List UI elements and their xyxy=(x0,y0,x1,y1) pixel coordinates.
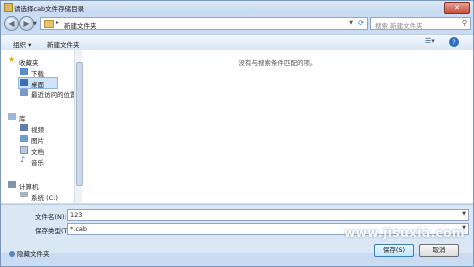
back-button[interactable]: ◀ xyxy=(4,16,19,31)
view-options-icon[interactable]: ☰▾ xyxy=(425,37,437,47)
star-icon: ★ xyxy=(8,55,16,64)
filename-label: 文件名(N): xyxy=(35,213,67,221)
file-list[interactable]: 没有与搜索条件匹配的项。 xyxy=(82,50,473,203)
forward-button[interactable]: ▶ xyxy=(19,16,34,31)
nav-label-favorites: 收藏夹 xyxy=(19,59,39,67)
recent-places-icon xyxy=(20,89,28,96)
nav-label-documents: 文档 xyxy=(31,148,44,156)
title-bar: 请选择cab文件存储目录 ✕ xyxy=(1,1,473,14)
breadcrumb-current-folder[interactable]: 新建文件夹 xyxy=(64,20,97,30)
nav-label-recent: 最近访问的位置 xyxy=(31,91,77,99)
arrow-left-icon: ◀ xyxy=(8,19,15,28)
navigation-scrollbar[interactable] xyxy=(74,50,83,203)
save-dialog: 请选择cab文件存储目录 ✕ ◀ ▶ ▼ ▸ 新建文件夹 ▼ ⟳ 搜索 新建文件… xyxy=(0,0,474,267)
address-dropdown-icon[interactable]: ▼ xyxy=(349,20,353,26)
search-box[interactable]: 搜索 新建文件夹 ⚲ xyxy=(370,17,471,30)
library-icon xyxy=(8,113,16,120)
nav-item-desktop[interactable]: 桌面 xyxy=(18,77,58,89)
hide-folders-button[interactable]: 隐藏文件夹 xyxy=(9,248,50,258)
nav-label-libraries: 库 xyxy=(19,115,26,123)
navigation-bar: ◀ ▶ ▼ ▸ 新建文件夹 ▼ ⟳ 搜索 新建文件夹 ⚲ xyxy=(1,14,473,32)
folder-icon xyxy=(44,20,54,28)
collapse-icon xyxy=(9,251,15,257)
arrow-right-icon: ▶ xyxy=(23,19,30,28)
app-icon xyxy=(4,3,13,12)
downloads-icon xyxy=(20,68,28,75)
breadcrumb-separator-icon[interactable]: ▸ xyxy=(56,19,59,26)
close-button[interactable]: ✕ xyxy=(444,2,470,14)
browser-area: ★ 收藏夹 下载 桌面 最近访问的位置 库 视频 图片 文档 ♪ 音乐 计算机 … xyxy=(1,50,473,203)
desktop-icon xyxy=(20,79,28,86)
nav-label-computer: 计算机 xyxy=(19,183,39,191)
empty-folder-message: 没有与搜索条件匹配的项。 xyxy=(238,59,317,67)
drive-icon xyxy=(20,192,28,197)
close-icon: ✕ xyxy=(454,4,460,12)
nav-label-pictures: 图片 xyxy=(31,137,44,145)
nav-label-music: 音乐 xyxy=(31,159,44,167)
filename-field[interactable]: 123 ▼ xyxy=(67,209,469,221)
filename-dropdown-icon[interactable]: ▼ xyxy=(462,211,466,217)
address-bar[interactable]: ▸ 新建文件夹 ▼ ⟳ xyxy=(40,17,368,30)
computer-icon xyxy=(8,181,16,188)
video-icon xyxy=(20,124,28,131)
watermark-text: www.jisuxia.com xyxy=(344,226,465,240)
refresh-icon[interactable]: ⟳ xyxy=(358,19,364,27)
navigation-pane: ★ 收藏夹 下载 桌面 最近访问的位置 库 视频 图片 文档 ♪ 音乐 计算机 … xyxy=(1,50,77,203)
command-bar: 组织 ▾ 新建文件夹 ☰▾ ? xyxy=(1,34,473,51)
nav-label-system-drive: 系统 (C:) xyxy=(31,194,58,202)
picture-icon xyxy=(20,135,28,142)
hide-folders-label: 隐藏文件夹 xyxy=(17,250,50,258)
help-icon[interactable]: ? xyxy=(449,37,459,47)
music-icon: ♪ xyxy=(20,155,26,164)
organize-menu[interactable]: 组织 ▾ xyxy=(13,39,31,49)
search-input[interactable]: 搜索 新建文件夹 xyxy=(375,20,423,30)
nav-label-desktop: 桌面 xyxy=(31,81,44,89)
nav-label-videos: 视频 xyxy=(31,126,44,134)
cancel-button[interactable]: 取消 xyxy=(419,244,459,257)
window-title: 请选择cab文件存储目录 xyxy=(14,5,85,13)
document-icon xyxy=(20,146,28,154)
save-button[interactable]: 保存(S) xyxy=(374,244,414,257)
new-folder-button[interactable]: 新建文件夹 xyxy=(47,39,80,49)
filetype-value[interactable]: *.cab xyxy=(70,225,87,233)
recent-pages-dropdown[interactable]: ▼ xyxy=(33,21,37,27)
filename-value[interactable]: 123 xyxy=(70,211,82,219)
search-icon: ⚲ xyxy=(461,19,467,27)
